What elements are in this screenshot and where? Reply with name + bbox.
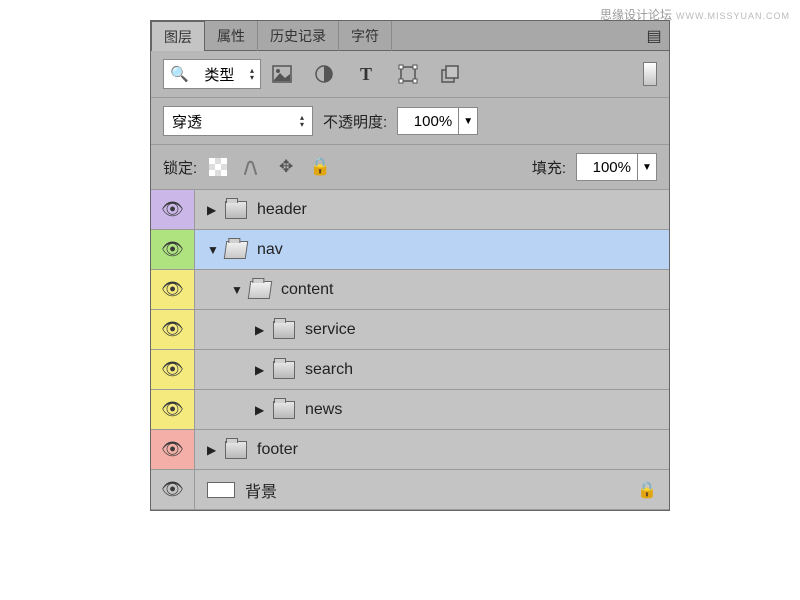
blend-mode-value: 穿透 bbox=[172, 111, 202, 132]
disclosure-right-icon[interactable] bbox=[255, 323, 267, 337]
folder-open-icon bbox=[248, 281, 273, 299]
filter-pixel-icon[interactable] bbox=[271, 63, 293, 85]
filter-type-select[interactable]: 🔍 类型 ▴▾ bbox=[163, 59, 261, 89]
layer-name: footer bbox=[257, 441, 298, 459]
layer-row[interactable]: 👁 nav bbox=[151, 230, 669, 270]
fill-dropdown[interactable]: ▼ bbox=[637, 153, 657, 181]
blend-mode-select[interactable]: 穿透 ▴▾ bbox=[163, 106, 313, 136]
lock-pixels-icon[interactable] bbox=[241, 156, 263, 178]
lock-label: 锁定: bbox=[163, 157, 197, 178]
layer-row[interactable]: 👁 search bbox=[151, 350, 669, 390]
opacity-dropdown[interactable]: ▼ bbox=[458, 107, 478, 135]
disclosure-down-icon[interactable] bbox=[207, 243, 219, 257]
layer-name: service bbox=[305, 321, 356, 339]
filter-smartobject-icon[interactable] bbox=[439, 63, 461, 85]
visibility-toggle[interactable]: 👁 bbox=[151, 270, 195, 309]
layer-name: news bbox=[305, 401, 342, 419]
eye-icon: 👁 bbox=[161, 239, 184, 260]
eye-icon: 👁 bbox=[161, 359, 184, 380]
layer-name: search bbox=[305, 361, 353, 379]
layers-panel: 图层 属性 历史记录 字符 ▤ 🔍 类型 ▴▾ T bbox=[150, 20, 670, 511]
eye-icon: 👁 bbox=[161, 319, 184, 340]
layer-row[interactable]: 👁 news bbox=[151, 390, 669, 430]
layer-row[interactable]: 👁 header bbox=[151, 190, 669, 230]
folder-icon bbox=[273, 401, 295, 419]
tab-history[interactable]: 历史记录 bbox=[258, 21, 339, 51]
visibility-toggle[interactable]: 👁 bbox=[151, 310, 195, 349]
lock-icon: 🔒 bbox=[637, 480, 657, 500]
folder-icon bbox=[225, 201, 247, 219]
lock-transparency-icon[interactable] bbox=[207, 156, 229, 178]
layer-name: header bbox=[257, 201, 307, 219]
disclosure-right-icon[interactable] bbox=[207, 203, 219, 217]
eye-icon: 👁 bbox=[161, 199, 184, 220]
lock-position-icon[interactable]: ✥ bbox=[275, 156, 297, 178]
visibility-toggle[interactable]: 👁 bbox=[151, 350, 195, 389]
disclosure-down-icon[interactable] bbox=[231, 283, 243, 297]
panel-tabs: 图层 属性 历史记录 字符 ▤ bbox=[151, 21, 669, 51]
tab-layers[interactable]: 图层 bbox=[151, 21, 205, 51]
disclosure-right-icon[interactable] bbox=[207, 443, 219, 457]
tab-character[interactable]: 字符 bbox=[339, 21, 392, 51]
disclosure-right-icon[interactable] bbox=[255, 363, 267, 377]
filter-type-icon[interactable]: T bbox=[355, 63, 377, 85]
layer-body[interactable]: header bbox=[195, 190, 669, 229]
fill-label: 填充: bbox=[532, 157, 566, 178]
stepper-arrows-icon: ▴▾ bbox=[300, 114, 304, 128]
panel-menu-icon[interactable]: ▤ bbox=[639, 26, 669, 46]
layer-body[interactable]: service bbox=[195, 310, 669, 349]
filter-shape-icon[interactable] bbox=[397, 63, 419, 85]
layer-name: content bbox=[281, 281, 333, 299]
folder-icon bbox=[273, 361, 295, 379]
layer-thumbnail bbox=[207, 482, 235, 498]
lock-row: 锁定: ✥ 🔒 填充: 100% ▼ bbox=[151, 145, 669, 190]
filter-toggle[interactable] bbox=[643, 62, 657, 86]
layer-body[interactable]: 背景 🔒 bbox=[195, 470, 669, 509]
layer-row[interactable]: 👁 背景 🔒 bbox=[151, 470, 669, 510]
filter-label: 类型 bbox=[204, 64, 234, 85]
visibility-toggle[interactable]: 👁 bbox=[151, 390, 195, 429]
opacity-input[interactable]: 100% bbox=[397, 107, 459, 135]
folder-icon bbox=[225, 441, 247, 459]
layer-name: 背景 bbox=[245, 478, 277, 502]
eye-icon: 👁 bbox=[161, 279, 184, 300]
folder-icon bbox=[273, 321, 295, 339]
folder-open-icon bbox=[224, 241, 249, 259]
disclosure-right-icon[interactable] bbox=[255, 403, 267, 417]
opacity-label: 不透明度: bbox=[323, 111, 387, 132]
layer-body[interactable]: content bbox=[195, 270, 669, 309]
blend-row: 穿透 ▴▾ 不透明度: 100% ▼ bbox=[151, 98, 669, 145]
stepper-arrows-icon: ▴▾ bbox=[250, 67, 254, 81]
layer-body[interactable]: nav bbox=[195, 230, 669, 269]
layer-body[interactable]: news bbox=[195, 390, 669, 429]
layer-row[interactable]: 👁 content bbox=[151, 270, 669, 310]
layer-name: nav bbox=[257, 241, 283, 259]
lock-all-icon[interactable]: 🔒 bbox=[309, 156, 331, 178]
tab-properties[interactable]: 属性 bbox=[205, 21, 258, 51]
visibility-toggle[interactable]: 👁 bbox=[151, 230, 195, 269]
visibility-toggle[interactable]: 👁 bbox=[151, 470, 195, 509]
visibility-toggle[interactable]: 👁 bbox=[151, 190, 195, 229]
eye-icon: 👁 bbox=[161, 479, 184, 500]
layer-body[interactable]: footer bbox=[195, 430, 669, 469]
layer-row[interactable]: 👁 footer bbox=[151, 430, 669, 470]
layer-row[interactable]: 👁 service bbox=[151, 310, 669, 350]
layer-body[interactable]: search bbox=[195, 350, 669, 389]
search-icon: 🔍 bbox=[170, 65, 189, 83]
filter-adjustment-icon[interactable] bbox=[313, 63, 335, 85]
visibility-toggle[interactable]: 👁 bbox=[151, 430, 195, 469]
fill-input[interactable]: 100% bbox=[576, 153, 638, 181]
eye-icon: 👁 bbox=[161, 439, 184, 460]
filter-row: 🔍 类型 ▴▾ T bbox=[151, 51, 669, 98]
layers-list: 👁header👁nav👁content👁service👁search👁news👁… bbox=[151, 190, 669, 510]
eye-icon: 👁 bbox=[161, 399, 184, 420]
